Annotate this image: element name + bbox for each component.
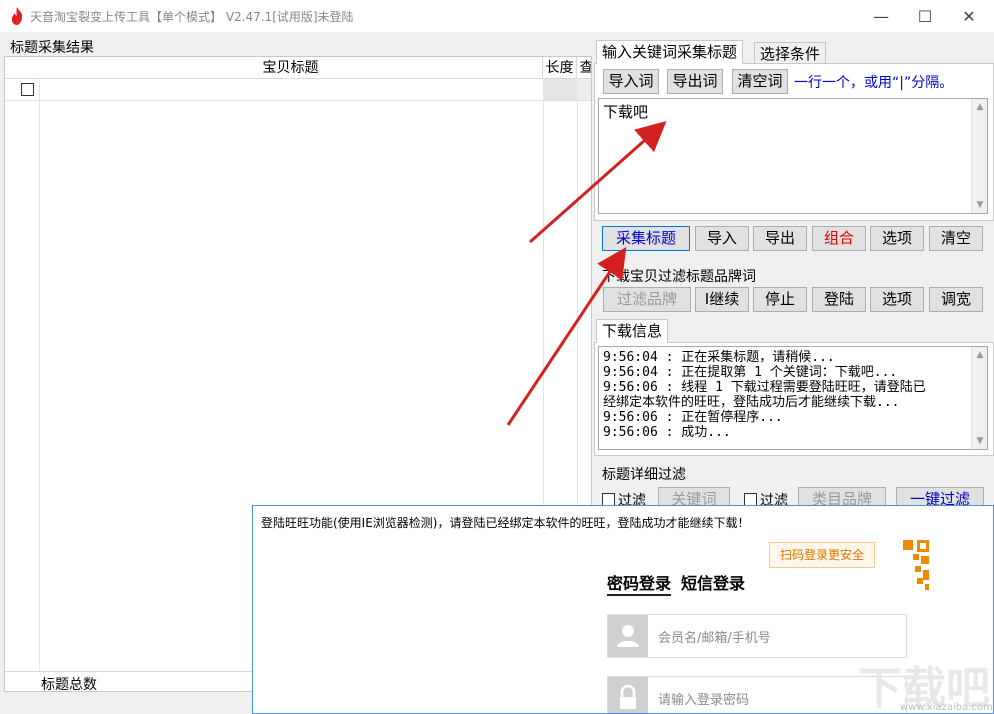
lock-icon	[608, 677, 648, 713]
password-placeholder: 请输入登录密码	[658, 693, 750, 708]
user-icon	[608, 615, 648, 657]
login-button[interactable]: 登陆	[812, 287, 866, 312]
keyword-text: 下载吧	[603, 103, 649, 121]
import-button[interactable]: 导入	[695, 226, 749, 251]
options-button[interactable]: 选项	[870, 226, 924, 251]
flame-icon	[11, 7, 23, 25]
title-bar: 天音淘宝裂变上传工具【单个模式】 V2.47.1[试用版]未登陆 — ☐ ✕	[0, 0, 994, 32]
row-checkbox[interactable]	[21, 83, 34, 96]
keyword-scrollbar[interactable]: ▲ ▼	[971, 99, 987, 213]
filter-brand-button[interactable]: 过滤品牌	[603, 287, 691, 312]
length-cell	[543, 79, 577, 100]
stop-button[interactable]: 停止	[753, 287, 807, 312]
total-count-label: 标题总数	[41, 677, 97, 692]
tab-keyword-collect[interactable]: 输入关键词采集标题	[596, 40, 744, 64]
window-title: 天音淘宝裂变上传工具【单个模式】 V2.47.1[试用版]未登陆	[30, 10, 354, 24]
tab-password-login[interactable]: 密码登录	[607, 570, 671, 594]
column-header-length[interactable]: 长度	[543, 57, 577, 79]
log-scrollbar[interactable]: ▲ ▼	[971, 347, 987, 449]
column-header-title[interactable]: 宝贝标题	[39, 57, 543, 79]
filter-options-button[interactable]: 选项	[870, 287, 924, 312]
table-row[interactable]	[5, 79, 591, 101]
column-header-check[interactable]: 查	[577, 57, 592, 79]
export-button[interactable]: 导出	[753, 226, 807, 251]
widen-button[interactable]: 调宽	[929, 287, 983, 312]
clear-button[interactable]: 清空	[929, 226, 983, 251]
keyword-input[interactable]: 下载吧 ▲ ▼	[598, 98, 988, 214]
download-log-text: 9:56:04 : 正在采集标题，请稍候... 9:56:04 : 正在提取第 …	[603, 350, 926, 440]
collect-titles-button[interactable]: 采集标题	[602, 226, 690, 251]
import-words-button[interactable]: 导入词	[603, 69, 659, 94]
close-button[interactable]: ✕	[946, 0, 992, 32]
check-cell	[577, 79, 591, 100]
qr-tip[interactable]: 扫码登录更安全	[769, 542, 876, 568]
minimize-button[interactable]: —	[858, 0, 904, 32]
combine-button[interactable]: 组合	[812, 226, 866, 251]
maximize-button[interactable]: ☐	[902, 0, 948, 32]
qr-code-icon[interactable]	[875, 538, 931, 592]
tab-sms-login[interactable]: 短信登录	[681, 570, 745, 594]
keyword-hint: 一行一个，或用“|”分隔。	[794, 75, 954, 91]
continue-button[interactable]: I继续	[695, 287, 749, 312]
grid-header: 宝贝标题 长度 查	[5, 57, 591, 79]
active-tab-underline	[607, 594, 671, 596]
results-group-label: 标题采集结果	[10, 40, 94, 56]
brand-filter-label: 下载宝贝过滤标题品牌词	[602, 269, 756, 285]
clear-words-button[interactable]: 清空词	[732, 69, 788, 94]
watermark-url: www.xiazaiba.com	[900, 702, 993, 713]
tab-select-conditions[interactable]: 选择条件	[754, 42, 827, 64]
username-placeholder: 会员名/邮箱/手机号	[658, 631, 771, 646]
tab-download-info[interactable]: 下载信息	[596, 319, 669, 343]
login-message: 登陆旺旺功能(使用IE浏览器检测)，请登陆已经绑定本软件的旺旺，登陆成功才能继续…	[261, 516, 750, 530]
download-log[interactable]: 9:56:04 : 正在采集标题，请稍候... 9:56:04 : 正在提取第 …	[598, 346, 988, 450]
export-words-button[interactable]: 导出词	[667, 69, 723, 94]
detail-filter-label: 标题详细过滤	[602, 467, 686, 483]
